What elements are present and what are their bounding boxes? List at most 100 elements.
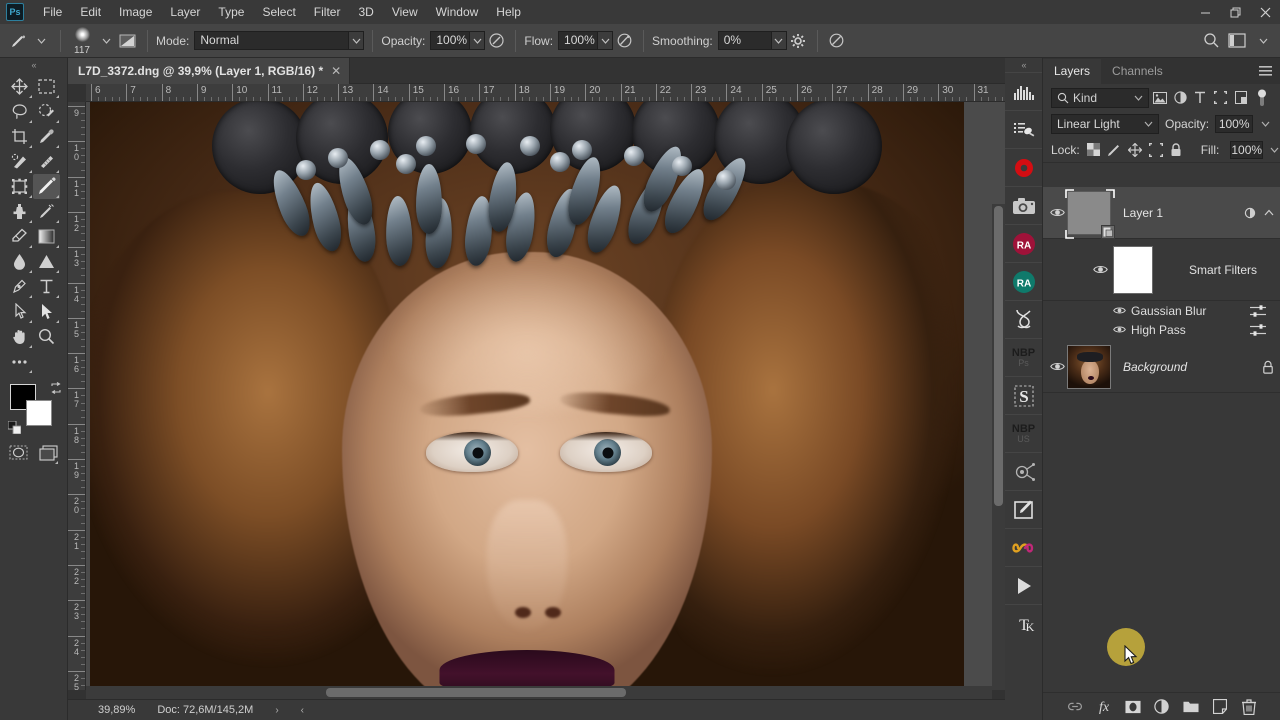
menu-layer[interactable]: Layer bbox=[161, 2, 209, 22]
menu-file[interactable]: File bbox=[34, 2, 71, 22]
path-selection-tool[interactable] bbox=[6, 299, 33, 324]
frame-tool[interactable] bbox=[6, 174, 33, 199]
screen-mode-icon[interactable] bbox=[38, 440, 60, 465]
swap-colors-icon[interactable] bbox=[50, 382, 62, 394]
flow-input[interactable]: 100% bbox=[558, 31, 614, 50]
menu-view[interactable]: View bbox=[383, 2, 427, 22]
brush-tool[interactable] bbox=[33, 174, 60, 199]
zoom-tool[interactable] bbox=[33, 324, 60, 349]
ra-teal-panel-icon[interactable]: RA bbox=[1005, 262, 1042, 300]
airbrush-icon[interactable] bbox=[613, 30, 635, 52]
workspace-chevron-icon[interactable] bbox=[1252, 30, 1274, 52]
lock-artboard-icon[interactable] bbox=[1148, 142, 1163, 158]
canvas-area[interactable] bbox=[86, 102, 1005, 690]
smart-filters-row[interactable]: Smart Filters bbox=[1043, 239, 1280, 301]
blending-options-icon[interactable] bbox=[1250, 304, 1266, 318]
record-red-panel-icon[interactable] bbox=[1005, 148, 1042, 186]
brush-size-preview[interactable]: 117 bbox=[69, 26, 95, 56]
hand-tool[interactable] bbox=[6, 324, 33, 349]
new-layer-icon[interactable] bbox=[1212, 699, 1228, 715]
smart-filters-fx-icon[interactable] bbox=[1244, 206, 1258, 220]
menu-type[interactable]: Type bbox=[209, 2, 253, 22]
smart-filters-mask-thumbnail[interactable] bbox=[1113, 246, 1153, 294]
canvas-horizontal-scrollbar[interactable] bbox=[86, 686, 992, 699]
menu-image[interactable]: Image bbox=[110, 2, 161, 22]
brush-presets-panel-icon[interactable] bbox=[1005, 110, 1042, 148]
blend-mode-select[interactable]: Normal bbox=[194, 31, 365, 50]
type-filter-icon[interactable] bbox=[1190, 88, 1210, 108]
add-adjustment-icon[interactable] bbox=[1154, 699, 1170, 715]
tk-panel-icon[interactable]: TK bbox=[1005, 604, 1042, 642]
brush-tool-icon[interactable] bbox=[6, 30, 30, 52]
eyedropper-tool[interactable] bbox=[33, 124, 60, 149]
opacity-input[interactable]: 100% bbox=[430, 31, 486, 50]
close-button[interactable] bbox=[1250, 0, 1280, 24]
restore-button[interactable] bbox=[1220, 0, 1250, 24]
vertical-ruler[interactable]: 9 10 11 12 13 14 15 16 17 18 19 20 21 22 23 24 25 bbox=[68, 102, 86, 690]
infinite-color-panel-icon[interactable] bbox=[1005, 528, 1042, 566]
symmetry-icon[interactable] bbox=[826, 30, 848, 52]
crop-tool[interactable] bbox=[6, 124, 33, 149]
nbp-us-panel-icon[interactable]: NBP US bbox=[1005, 414, 1042, 452]
pressure-opacity-icon[interactable] bbox=[485, 30, 507, 52]
panel-menu-icon[interactable] bbox=[1259, 66, 1272, 76]
spot-healing-tool[interactable] bbox=[6, 149, 33, 174]
layer-name[interactable]: Background bbox=[1123, 360, 1187, 374]
add-fx-icon[interactable]: fx bbox=[1096, 699, 1112, 715]
menu-edit[interactable]: Edit bbox=[71, 2, 110, 22]
beauty-retouch-panel-icon[interactable] bbox=[1005, 300, 1042, 338]
nbp-ps-panel-icon[interactable]: NBP Ps bbox=[1005, 338, 1042, 376]
dodge-tool[interactable] bbox=[33, 249, 60, 274]
smart-object-filter-icon[interactable] bbox=[1231, 88, 1251, 108]
image-canvas[interactable] bbox=[90, 102, 964, 690]
chevron-down-icon[interactable] bbox=[1259, 115, 1272, 133]
layer-kind-filter[interactable]: Kind bbox=[1051, 87, 1150, 108]
layer-row-layer-1[interactable]: Layer 1 bbox=[1043, 187, 1280, 239]
blending-options-icon[interactable] bbox=[1250, 323, 1266, 337]
gradient-tool[interactable] bbox=[33, 224, 60, 249]
eraser-tool[interactable] bbox=[6, 224, 33, 249]
add-mask-icon[interactable] bbox=[1124, 699, 1141, 715]
new-group-icon[interactable] bbox=[1182, 699, 1199, 715]
pixel-filter-icon[interactable] bbox=[1149, 88, 1169, 108]
pen-tool[interactable] bbox=[6, 274, 33, 299]
marquee-tool[interactable] bbox=[33, 74, 60, 99]
close-icon[interactable]: ✕ bbox=[331, 64, 341, 78]
lock-position-icon[interactable] bbox=[1127, 142, 1142, 158]
search-icon[interactable] bbox=[1200, 30, 1222, 52]
layer-thumbnail[interactable] bbox=[1067, 344, 1111, 389]
scroll-thumb[interactable] bbox=[994, 206, 1003, 506]
layer-thumbnail[interactable] bbox=[1065, 188, 1115, 239]
minimize-button[interactable] bbox=[1190, 0, 1220, 24]
link-layers-icon[interactable] bbox=[1067, 699, 1083, 715]
zoom-level[interactable]: 39,89% bbox=[98, 704, 135, 716]
chevron-up-icon[interactable] bbox=[1264, 209, 1274, 216]
smoothing-input[interactable]: 0% bbox=[717, 31, 787, 50]
clone-stamp-tool[interactable] bbox=[6, 199, 33, 224]
delete-layer-icon[interactable] bbox=[1241, 698, 1257, 715]
camera-panel-icon[interactable] bbox=[1005, 186, 1042, 224]
type-tool[interactable] bbox=[33, 274, 60, 299]
chevron-down-icon[interactable] bbox=[1270, 141, 1279, 159]
lock-icon[interactable] bbox=[1262, 360, 1274, 374]
document-tab[interactable]: L7D_3372.dng @ 39,9% (Layer 1, RGB/16) *… bbox=[68, 58, 351, 84]
smart-filter-row-gaussian-blur[interactable]: Gaussian Blur bbox=[1043, 301, 1280, 320]
iconstrip-collapse-icon[interactable]: « bbox=[1005, 58, 1042, 72]
ra-crimson-panel-icon[interactable]: RA bbox=[1005, 224, 1042, 262]
status-next-icon[interactable]: › bbox=[275, 705, 278, 716]
shape-tool[interactable] bbox=[33, 299, 60, 324]
fill-value[interactable]: 100% bbox=[1230, 140, 1264, 159]
layer-name[interactable]: Layer 1 bbox=[1123, 206, 1163, 220]
filter-visibility-toggle[interactable] bbox=[1113, 325, 1126, 334]
brush-preset-chevron-icon[interactable] bbox=[95, 30, 117, 52]
retouch-toolkit-panel-icon[interactable] bbox=[1005, 452, 1042, 490]
opacity-value[interactable]: 100% bbox=[1215, 115, 1254, 133]
history-brush-tool[interactable] bbox=[33, 199, 60, 224]
filter-toggle-icon[interactable] bbox=[1252, 88, 1272, 108]
brush-settings-panel-icon[interactable] bbox=[117, 30, 139, 52]
scroll-thumb[interactable] bbox=[326, 688, 626, 697]
tool-preset-chevron-icon[interactable] bbox=[30, 30, 52, 52]
menu-window[interactable]: Window bbox=[427, 2, 488, 22]
patch-tool[interactable] bbox=[33, 149, 60, 174]
lock-image-icon[interactable] bbox=[1107, 142, 1121, 158]
